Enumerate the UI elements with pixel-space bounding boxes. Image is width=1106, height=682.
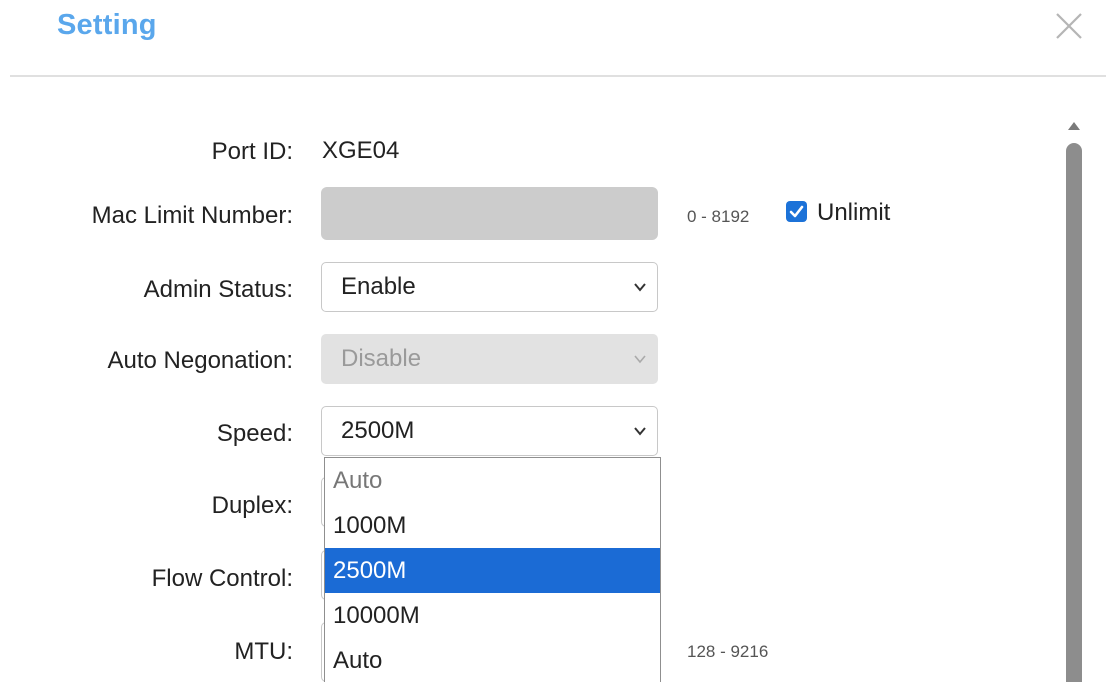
speed-select[interactable]: 2500M — [321, 406, 658, 456]
unlimit-checkbox[interactable] — [786, 201, 807, 222]
close-button[interactable] — [1052, 9, 1086, 43]
speed-label: Speed: — [216, 420, 293, 447]
auto-negotiation-label: Auto Negonation: — [107, 347, 293, 374]
port-id-label: Port ID: — [211, 138, 293, 165]
admin-status-label: Admin Status: — [143, 276, 293, 303]
speed-dropdown-list: Auto 1000M 2500M 10000M Auto — [324, 457, 661, 682]
speed-value: 2500M — [341, 417, 415, 444]
close-icon — [1056, 13, 1082, 39]
scrollbar-thumb[interactable] — [1066, 143, 1082, 682]
mtu-label: MTU: — [234, 638, 293, 665]
auto-negotiation-select[interactable]: Disable — [321, 334, 658, 384]
check-icon — [789, 205, 804, 218]
auto-negotiation-value: Disable — [341, 345, 422, 372]
header-divider — [10, 75, 1106, 77]
dialog-title: Setting — [57, 9, 157, 41]
speed-option-auto-2[interactable]: Auto — [325, 638, 660, 682]
speed-option-1000m[interactable]: 1000M — [325, 503, 660, 548]
unlimit-label: Unlimit — [817, 199, 891, 226]
mac-limit-label: Mac Limit Number: — [91, 202, 293, 229]
speed-option-auto[interactable]: Auto — [325, 458, 660, 503]
mac-limit-input[interactable] — [321, 187, 658, 240]
admin-status-select[interactable]: Enable — [321, 262, 658, 312]
chevron-down-icon — [634, 355, 646, 364]
scroll-up-arrow-icon[interactable] — [1066, 120, 1082, 132]
admin-status-value: Enable — [341, 273, 416, 300]
chevron-down-icon — [634, 283, 646, 292]
chevron-down-icon — [634, 427, 646, 436]
port-id-value: XGE04 — [322, 137, 400, 164]
mac-limit-range: 0 - 8192 — [687, 207, 750, 226]
setting-dialog: Setting Port ID: XGE04 Mac Limit Number:… — [0, 0, 1106, 682]
speed-option-10000m[interactable]: 10000M — [325, 593, 660, 638]
duplex-label: Duplex: — [211, 492, 293, 519]
mtu-range: 128 - 9216 — [687, 642, 769, 661]
flow-control-label: Flow Control: — [151, 565, 293, 592]
speed-option-2500m[interactable]: 2500M — [325, 548, 660, 593]
